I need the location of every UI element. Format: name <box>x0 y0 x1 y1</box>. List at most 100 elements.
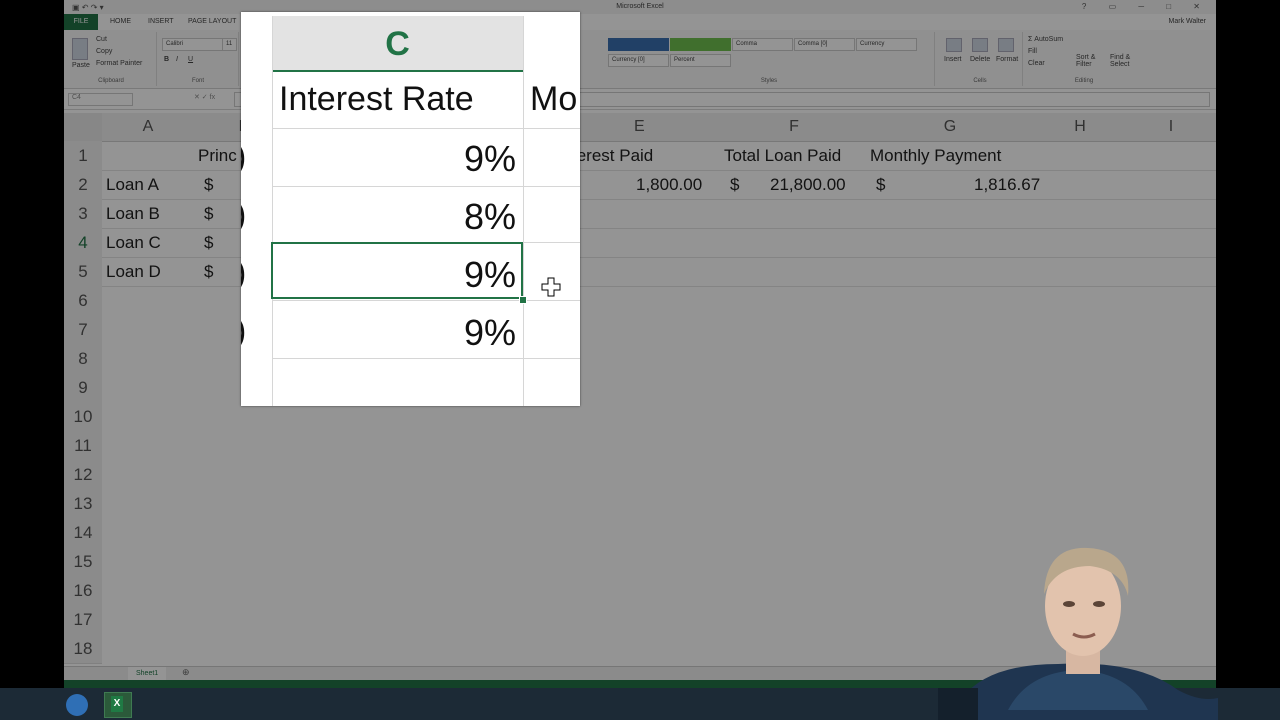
zoom-rate-row3[interactable]: 8% <box>272 196 516 238</box>
row-header-14[interactable]: 14 <box>64 518 102 548</box>
cell-a2[interactable]: Loan A <box>106 170 159 199</box>
column-header-a[interactable]: A <box>102 113 195 142</box>
cells-group: Insert Delete Format Cells <box>938 32 1023 86</box>
excel-taskbar-button[interactable]: X <box>104 692 132 718</box>
clear-button[interactable]: Clear <box>1028 60 1045 67</box>
cell-b2-currency[interactable]: $ <box>204 170 213 199</box>
row-header-7[interactable]: 7 <box>64 315 102 345</box>
zoom-left-fragment: ) <box>241 312 246 351</box>
zoom-grid-line <box>272 128 580 129</box>
column-header-h[interactable]: H <box>1034 113 1127 142</box>
style-swatch-green[interactable] <box>670 38 731 51</box>
autosum-button[interactable]: Σ AutoSum <box>1028 36 1063 43</box>
row-header-17[interactable]: 17 <box>64 605 102 635</box>
cell-f2[interactable]: 21,800.00 <box>770 170 846 199</box>
row-header-1[interactable]: 1 <box>64 141 102 171</box>
windows-start-icon[interactable] <box>66 694 88 716</box>
insert-cells-icon[interactable] <box>946 38 962 52</box>
bold-button[interactable]: B <box>164 56 169 63</box>
zoom-rate-row2[interactable]: 9% <box>272 138 516 180</box>
cell-b1[interactable]: Princ <box>198 141 237 170</box>
row-header-6[interactable]: 6 <box>64 286 102 316</box>
cell-g1[interactable]: Monthly Payment <box>870 141 1001 170</box>
font-size-select[interactable]: 11 <box>222 38 237 51</box>
cell-b3-currency[interactable]: $ <box>204 199 213 228</box>
column-header-f[interactable]: F <box>722 113 867 142</box>
fill-button[interactable]: Fill <box>1028 48 1037 55</box>
zoom-header-interest-rate[interactable]: Interest Rate <box>279 80 474 119</box>
paste-icon[interactable] <box>72 38 88 60</box>
style-currency[interactable]: Currency <box>856 38 917 51</box>
fill-cross-cursor-icon <box>541 277 561 297</box>
row-header-9[interactable]: 9 <box>64 373 102 403</box>
delete-cells-icon[interactable] <box>972 38 988 52</box>
cell-b4-currency[interactable]: $ <box>204 228 213 257</box>
editing-group-label: Editing <box>1074 78 1094 84</box>
zoom-column-header-c[interactable]: C <box>272 16 523 72</box>
cell-b5-currency[interactable]: $ <box>204 257 213 286</box>
format-painter-button[interactable]: Format Painter <box>96 60 142 67</box>
cell-f1[interactable]: Total Loan Paid <box>724 141 841 170</box>
column-header-i[interactable]: I <box>1126 113 1216 142</box>
tab-file[interactable]: FILE <box>64 14 98 30</box>
cell-a5[interactable]: Loan D <box>106 257 161 286</box>
italic-button[interactable]: I <box>176 56 178 63</box>
row-header-18[interactable]: 18 <box>64 634 102 664</box>
cell-a3[interactable]: Loan B <box>106 199 160 228</box>
zoom-grid-line <box>272 186 580 187</box>
style-currency-0[interactable]: Currency [0] <box>608 54 669 67</box>
style-comma[interactable]: Comma <box>732 38 793 51</box>
cell-f2-currency[interactable]: $ <box>730 170 739 199</box>
cells-group-label: Cells <box>973 78 987 84</box>
paste-label: Paste <box>72 62 90 69</box>
row-header-5[interactable]: 5 <box>64 257 102 287</box>
row-header-2[interactable]: 2 <box>64 170 102 200</box>
tab-home[interactable]: HOME <box>110 18 131 25</box>
row-header-8[interactable]: 8 <box>64 344 102 374</box>
row-header-12[interactable]: 12 <box>64 460 102 490</box>
sort-filter-button[interactable]: Sort & Filter <box>1076 54 1106 68</box>
tab-insert[interactable]: INSERT <box>148 18 174 25</box>
zoom-rate-row5[interactable]: 9% <box>272 312 516 354</box>
zoom-grid-line <box>272 358 580 359</box>
style-comma-0[interactable]: Comma [0] <box>794 38 855 51</box>
format-cells-icon[interactable] <box>998 38 1014 52</box>
add-sheet-icon[interactable]: ⊕ <box>182 667 190 678</box>
underline-button[interactable]: U <box>188 56 193 63</box>
zoom-grid-line <box>272 300 580 301</box>
style-percent[interactable]: Percent <box>670 54 731 67</box>
style-swatch-blue[interactable] <box>608 38 669 51</box>
cell-g2-currency[interactable]: $ <box>876 170 885 199</box>
cell-e1[interactable]: terest Paid <box>572 141 653 170</box>
title-bar: ▣ ↶ ↷ ▾ Microsoft Excel ? ▭ ─ □ ✕ <box>64 0 1216 14</box>
font-name-select[interactable]: Calibri <box>162 38 223 51</box>
row-header-10[interactable]: 10 <box>64 402 102 432</box>
row-header-13[interactable]: 13 <box>64 489 102 519</box>
formula-bar: C4 ✕ ✓ fx <box>64 89 1216 110</box>
fill-handle[interactable] <box>519 296 527 304</box>
cell-g2[interactable]: 1,816.67 <box>974 170 1040 199</box>
zoom-header-next-col[interactable]: Mo <box>530 80 577 119</box>
tab-page-layout[interactable]: PAGE LAYOUT <box>188 18 236 25</box>
presenter-webcam <box>938 547 1218 720</box>
column-header-g[interactable]: G <box>866 113 1035 142</box>
window-controls[interactable]: ? ▭ ─ □ ✕ <box>1082 2 1210 11</box>
selected-cell-outline <box>271 242 523 299</box>
row-header-4[interactable]: 4 <box>64 228 102 258</box>
name-box[interactable]: C4 <box>68 93 133 106</box>
sign-in-user[interactable]: Mark Walter <box>1169 18 1206 25</box>
copy-button[interactable]: Copy <box>96 48 112 55</box>
cut-button[interactable]: Cut <box>96 36 107 43</box>
cell-a4[interactable]: Loan C <box>106 228 161 257</box>
ribbon: Paste Cut Copy Format Painter Clipboard … <box>64 30 1216 89</box>
find-select-button[interactable]: Find & Select <box>1110 54 1140 68</box>
styles-group: Comma Comma [0] Currency Currency [0] Pe… <box>604 32 935 86</box>
cell-e2[interactable]: 1,800.00 <box>636 170 702 199</box>
select-all-corner[interactable] <box>64 113 103 142</box>
row-header-16[interactable]: 16 <box>64 576 102 606</box>
styles-group-label: Styles <box>760 78 778 84</box>
zoom-callout: C Interest Rate Mo ) ) ) ) 9% 8% 9% 9% <box>241 12 580 406</box>
row-header-11[interactable]: 11 <box>64 431 102 461</box>
row-header-3[interactable]: 3 <box>64 199 102 229</box>
row-header-15[interactable]: 15 <box>64 547 102 577</box>
